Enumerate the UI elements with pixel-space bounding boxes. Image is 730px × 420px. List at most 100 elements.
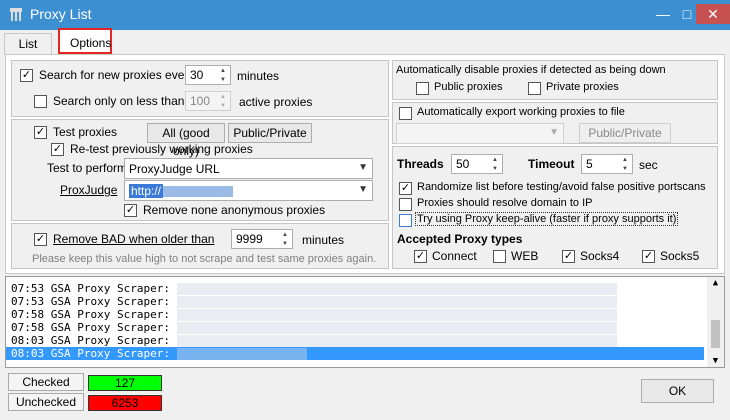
test-to-perform-value: ProxyJudge URL [129, 162, 220, 176]
log-list[interactable]: 07:53 GSA Proxy Scraper: 07:53 GSA Proxy… [5, 276, 725, 368]
auto-export-checkbox[interactable] [399, 107, 412, 120]
test-public-private-button[interactable]: Public/Private [228, 123, 312, 143]
proxyjudge-link[interactable]: ProxJudge [60, 183, 117, 197]
randomize-checkbox[interactable]: ✓ [399, 182, 412, 195]
chevron-down-icon[interactable]: ▼ [707, 356, 724, 366]
remove-bad-spinner[interactable]: ▲ ▼ [279, 231, 291, 249]
log-line-redacted [176, 309, 617, 321]
search-new-label: Search for new proxies every [39, 68, 195, 82]
threads-group: Threads 50 ▲ ▼ Timeout 5 ▲ ▼ sec ✓ Randomi… [392, 146, 718, 269]
chevron-down-icon: ▼ [549, 127, 559, 138]
timeout-label: Timeout [528, 157, 575, 171]
disable-public-checkbox[interactable] [416, 82, 429, 95]
log-line-text: 07:53 GSA Proxy Scraper: [11, 282, 170, 295]
resolve-label: Proxies should resolve domain to IP [417, 197, 593, 209]
tab-options-label: Options [70, 36, 112, 50]
remove-bad-value: 9999 [236, 232, 263, 246]
socks5-label: Socks5 [660, 249, 700, 263]
unchecked-label: Unchecked [15, 395, 77, 409]
scrollbar-thumb[interactable] [711, 320, 720, 348]
app-icon [10, 8, 22, 21]
maximize-icon[interactable]: □ [676, 4, 698, 24]
all-good-only-button[interactable]: All (good only) [147, 123, 225, 158]
timeout-unit: sec [639, 158, 658, 172]
export-public-private-label: Public/Private [588, 126, 662, 140]
log-line-text: 07:58 GSA Proxy Scraper: [11, 321, 170, 334]
search-interval-unit: minutes [237, 69, 280, 83]
search-group: ✓ Search for new proxies every 30 ▲ ▼ min… [11, 60, 389, 117]
threads-spinner[interactable]: ▲ ▼ [489, 156, 501, 174]
socks5-checkbox[interactable]: ✓ [642, 250, 655, 263]
retest-label: Re-test previously working proxies [70, 142, 253, 156]
tab-options[interactable]: Options [58, 28, 112, 54]
timeout-spinner[interactable]: ▲ ▼ [619, 156, 631, 174]
log-line[interactable]: 08:03 GSA Proxy Scraper: [11, 334, 703, 347]
log-line-redacted [176, 296, 617, 308]
remove-bad-unit: minutes [302, 233, 345, 247]
search-interval-spinner[interactable]: ▲ ▼ [217, 67, 229, 85]
test-to-perform-label: Test to perform [47, 161, 128, 175]
title-bar: Proxy List — □ ✕ [0, 0, 730, 30]
test-to-perform-select[interactable]: ProxyJudge URL ▼ [124, 158, 373, 179]
tab-list[interactable]: List [4, 33, 52, 55]
proxyjudge-value: http:// [129, 184, 164, 198]
socks4-label: Socks4 [580, 249, 620, 263]
connect-checkbox[interactable]: ✓ [414, 250, 427, 263]
log-line-text: 07:58 GSA Proxy Scraper: [11, 308, 170, 321]
randomize-label: Randomize list before testing/avoid fals… [417, 181, 706, 193]
retest-checkbox[interactable]: ✓ [51, 143, 64, 156]
web-checkbox[interactable] [493, 250, 506, 263]
ok-label: OK [668, 384, 687, 398]
log-line-redacted [176, 283, 617, 295]
log-line[interactable]: 07:58 GSA Proxy Scraper: [11, 308, 703, 321]
test-proxies-checkbox[interactable]: ✓ [34, 126, 47, 139]
proxyjudge-url-redacted [163, 186, 234, 198]
export-public-private-button[interactable]: Public/Private [579, 123, 671, 143]
log-line[interactable]: 07:58 GSA Proxy Scraper: [11, 321, 703, 334]
ok-button[interactable]: OK [641, 379, 714, 403]
log-line-redacted [176, 335, 617, 347]
checked-label-box: Checked [8, 373, 84, 391]
disable-private-label: Private proxies [546, 81, 619, 93]
accepted-types-title: Accepted Proxy types [397, 232, 523, 246]
log-line[interactable]: 07:53 GSA Proxy Scraper: [11, 282, 703, 295]
close-icon[interactable]: ✕ [696, 4, 730, 24]
export-file-select[interactable]: ▼ [396, 123, 564, 144]
threads-label: Threads [397, 157, 444, 171]
disable-private-checkbox[interactable] [528, 82, 541, 95]
log-scrollbar[interactable]: ▲ ▼ [707, 277, 724, 367]
checked-value: 127 [114, 376, 136, 390]
chevron-down-icon: ▼ [358, 184, 368, 195]
remove-anon-checkbox[interactable]: ✓ [124, 204, 137, 217]
test-proxies-label: Test proxies [53, 125, 118, 139]
auto-disable-group: Automatically disable proxies if detecte… [392, 60, 718, 100]
minimize-icon[interactable]: — [652, 4, 674, 24]
log-line-text: 08:03 GSA Proxy Scraper: [11, 334, 170, 347]
search-interval-value: 30 [190, 68, 204, 82]
search-new-checkbox[interactable]: ✓ [20, 69, 33, 82]
socks4-checkbox[interactable]: ✓ [562, 250, 575, 263]
proxyjudge-select[interactable]: http:// ▼ [124, 180, 373, 201]
search-less-spinner[interactable]: ▲ ▼ [217, 93, 229, 111]
remove-bad-group: ✓ Remove BAD when older than 9999 ▲ ▼ min… [11, 223, 389, 269]
checked-count: 127 [88, 375, 162, 391]
log-line-selected[interactable]: 08:03 GSA Proxy Scraper: [6, 347, 704, 360]
unchecked-value: 6253 [111, 396, 139, 410]
web-label: WEB [511, 249, 539, 263]
remove-bad-label: Remove BAD when older than [53, 232, 215, 246]
resolve-checkbox[interactable] [399, 198, 412, 211]
search-less-checkbox[interactable] [34, 95, 47, 108]
log-line-redacted [176, 322, 617, 334]
search-less-value: 100 [190, 94, 211, 108]
auto-disable-label: Automatically disable proxies if detecte… [396, 64, 666, 76]
log-line[interactable]: 07:53 GSA Proxy Scraper: [11, 295, 703, 308]
tab-list-label: List [18, 37, 38, 51]
chevron-up-icon[interactable]: ▲ [707, 278, 724, 288]
test-group: ✓ Test proxies All (good only) Public/Pr… [11, 119, 389, 221]
timeout-value: 5 [586, 157, 593, 171]
threads-value: 50 [456, 157, 470, 171]
remove-bad-hint: Please keep this value high to not scrap… [32, 253, 377, 265]
keepalive-checkbox[interactable] [399, 214, 412, 227]
options-panel: ✓ Search for new proxies every 30 ▲ ▼ min… [5, 54, 725, 274]
remove-bad-checkbox[interactable]: ✓ [34, 233, 47, 246]
